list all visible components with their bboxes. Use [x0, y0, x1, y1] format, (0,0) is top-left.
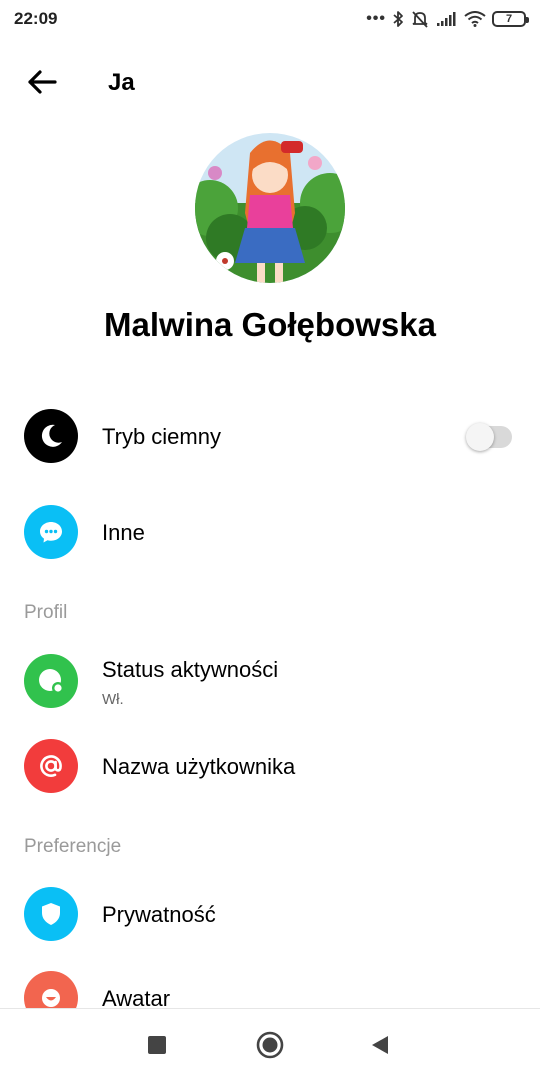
page-title: Ja: [108, 69, 135, 96]
back-button[interactable]: [20, 62, 64, 102]
chat-bubble-icon: [24, 505, 78, 559]
row-label: Status aktywności: [102, 657, 279, 682]
arrow-left-icon: [28, 70, 57, 94]
row-label: Tryb ciemny: [102, 424, 221, 449]
recents-square-icon: [148, 1036, 166, 1054]
row-label: Inne: [102, 520, 145, 545]
battery-level: 7: [505, 13, 513, 25]
navigation-bar: [0, 1008, 540, 1080]
battery-icon: 7: [492, 11, 529, 27]
back-triangle-icon: [372, 1036, 388, 1054]
activity-status-icon: [24, 654, 78, 708]
status-bar: 22:09 ••• 7: [0, 0, 540, 38]
row-activity-status[interactable]: Status aktywności Wł.: [0, 641, 540, 721]
section-header-preferences: Preferencje: [24, 836, 122, 857]
row-label: Prywatność: [102, 902, 216, 927]
header: Ja: [0, 52, 540, 110]
row-label: Nazwa użytkownika: [102, 754, 296, 779]
status-icons: ••• 7: [366, 8, 529, 30]
bluetooth-icon: [393, 11, 403, 27]
home-circle-icon: [256, 1031, 284, 1059]
row-dark-mode[interactable]: Tryb ciemny: [0, 396, 540, 476]
muted-bell-icon: [412, 11, 428, 28]
row-sublabel: Wł.: [102, 691, 124, 708]
status-time: 22:09: [14, 9, 58, 28]
signal-icon: [437, 12, 456, 26]
moon-icon: [24, 409, 78, 463]
more-dots-icon: •••: [366, 10, 386, 27]
avatar-image: [195, 133, 345, 283]
section-header-profile: Profil: [24, 602, 68, 623]
toggle-knob: [466, 423, 494, 451]
profile-name: Malwina Gołębowska: [104, 306, 436, 343]
wifi-icon: [464, 11, 486, 27]
row-other[interactable]: Inne: [0, 492, 540, 572]
back-nav-button[interactable]: [360, 1029, 400, 1061]
row-privacy[interactable]: Prywatność: [0, 874, 540, 954]
shield-icon: [24, 887, 78, 941]
home-button[interactable]: [250, 1029, 290, 1061]
at-sign-icon: [24, 739, 78, 793]
recents-button[interactable]: [137, 1029, 177, 1061]
row-username[interactable]: Nazwa użytkownika: [0, 726, 540, 806]
dark-mode-toggle[interactable]: [466, 423, 512, 451]
profile-avatar[interactable]: [195, 133, 345, 283]
